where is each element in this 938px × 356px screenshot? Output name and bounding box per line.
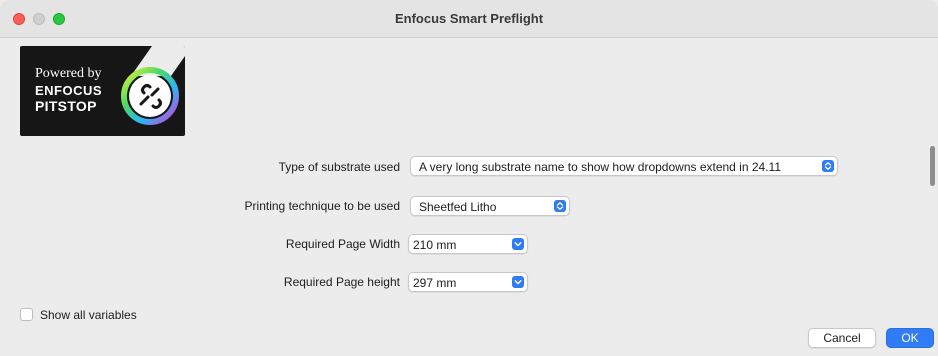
chevron-down-icon <box>512 238 524 250</box>
page-height-select[interactable]: 297 mm <box>408 272 528 292</box>
printing-technique-label: Printing technique to be used <box>244 199 400 213</box>
show-all-variables-option[interactable]: Show all variables <box>20 307 160 323</box>
logo-brand-enfocus: ENFOCUS <box>35 83 103 98</box>
page-width-row: Required Page Width <box>200 233 400 255</box>
substrate-select-value: A very long substrate name to show how d… <box>419 160 781 174</box>
chevron-up-down-icon <box>822 160 834 172</box>
printing-technique-row: Printing technique to be used <box>200 195 400 217</box>
logo-powered-by: Powered by <box>35 66 102 81</box>
vertical-scrollbar[interactable] <box>924 140 936 300</box>
printing-technique-select-value: Sheetfed Litho <box>419 200 497 214</box>
page-height-row: Required Page height <box>200 271 400 293</box>
show-all-variables-checkbox[interactable] <box>20 308 33 321</box>
page-height-label: Required Page height <box>283 275 400 289</box>
page-width-select[interactable]: 210 mm <box>408 234 528 254</box>
scrollbar-thumb[interactable] <box>930 146 935 186</box>
printing-technique-select[interactable]: Sheetfed Litho <box>410 196 570 216</box>
show-all-variables-label: Show all variables <box>40 308 137 322</box>
chevron-down-icon <box>512 276 524 288</box>
substrate-row: Type of substrate used <box>200 156 400 178</box>
pitstop-wrench-icon <box>121 67 179 125</box>
cancel-button[interactable]: Cancel <box>808 328 876 348</box>
substrate-select[interactable]: A very long substrate name to show how d… <box>410 156 838 176</box>
enfocus-pitstop-logo: Powered by ENFOCUS PITSTOP <box>20 46 185 136</box>
chevron-up-down-icon <box>554 200 566 212</box>
page-width-label: Required Page Width <box>285 237 400 251</box>
dialog-window: Enfocus Smart Preflight Powered by ENFOC… <box>0 0 938 356</box>
page-width-select-value: 210 mm <box>413 238 457 252</box>
window-title: Enfocus Smart Preflight <box>394 11 544 26</box>
substrate-label: Type of substrate used <box>278 160 400 174</box>
title-bar: Enfocus Smart Preflight <box>0 0 938 38</box>
page-height-select-value: 297 mm <box>413 276 457 290</box>
logo-brand-pitstop: PITSTOP <box>35 98 97 114</box>
ok-button[interactable]: OK <box>886 328 934 348</box>
